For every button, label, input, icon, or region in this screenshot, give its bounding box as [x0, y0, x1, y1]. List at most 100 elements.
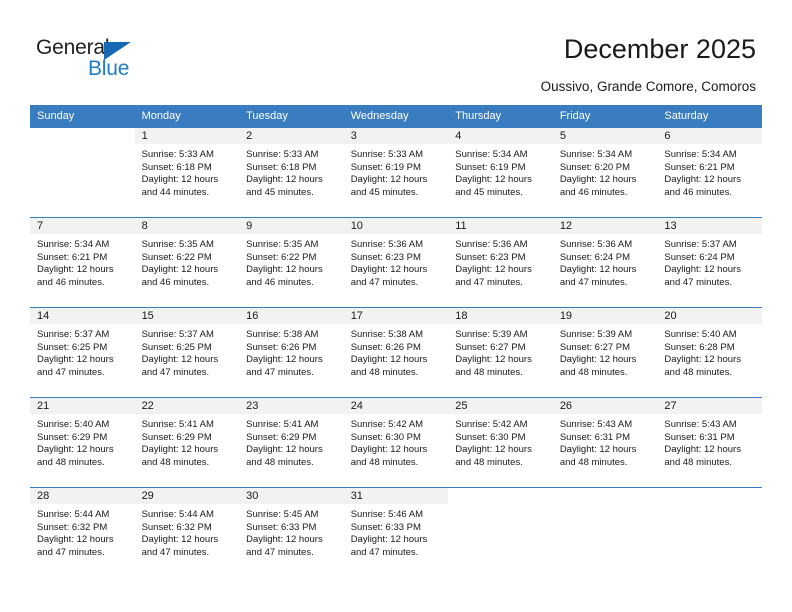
sunset-text: Sunset: 6:23 PM [455, 251, 526, 263]
calendar-day-cell[interactable]: 16 Sunrise: 5:38 AM Sunset: 6:26 PM Dayligh… [239, 307, 344, 398]
calendar-day-cell[interactable]: 26 Sunrise: 5:43 AM Sunset: 6:31 PM Dayligh… [552, 397, 658, 488]
day-details: Sunrise: 5:36 AM Sunset: 6:23 PM Daylight:… [448, 234, 553, 290]
calendar-day-cell [552, 487, 658, 577]
calendar-header-row: Sunday Monday Tuesday Wednesday Thursday Frid… [30, 105, 762, 128]
daylight-text-line1: Daylight: 12 hours [37, 534, 114, 546]
calendar-day-cell[interactable]: 19 Sunrise: 5:39 AM Sunset: 6:27 PM Dayligh… [552, 307, 658, 398]
day-number [30, 128, 135, 144]
calendar-grid: Sunday Monday Tuesday Wednesday Thursday Frid… [30, 105, 762, 577]
calendar-day-cell[interactable]: 8 Sunrise: 5:35 AM Sunset: 6:22 PM Daylight… [134, 217, 240, 308]
sunrise-text: Sunrise: 5:42 AM [350, 419, 424, 430]
daylight-text-line1: Daylight: 12 hours [559, 444, 637, 456]
daylight-text-line2: and 48 minutes. [559, 457, 628, 469]
day-number: 25 [448, 398, 553, 414]
calendar-day-cell[interactable]: 28 Sunrise: 5:44 AM Sunset: 6:32 PM Dayligh… [30, 487, 135, 577]
weekday-header-thursday: Thursday [448, 105, 553, 128]
calendar-day-cell[interactable]: 3 Sunrise: 5:33 AM Sunset: 6:19 PM Daylight… [343, 127, 449, 218]
calendar-day-cell[interactable]: 20 Sunrise: 5:40 AM Sunset: 6:28 PM Dayligh… [657, 307, 762, 398]
calendar-day-cell[interactable]: 25 Sunrise: 5:42 AM Sunset: 6:30 PM Dayligh… [448, 397, 553, 488]
sunrise-text: Sunrise: 5:41 AM [246, 419, 319, 430]
sunrise-text: Sunrise: 5:34 AM [37, 239, 110, 250]
calendar-day-cell[interactable]: 31 Sunrise: 5:46 AM Sunset: 6:33 PM Dayligh… [343, 487, 449, 577]
calendar-day-cell [30, 127, 135, 218]
day-cell-content: 7 Sunrise: 5:34 AM Sunset: 6:21 PM Daylight… [30, 218, 135, 307]
sunrise-text: Sunrise: 5:36 AM [350, 239, 424, 250]
daylight-text-line1: Daylight: 12 hours [246, 264, 323, 276]
sunrise-text: Sunrise: 5:43 AM [559, 419, 633, 430]
daylight-text-line2: and 48 minutes. [664, 457, 732, 469]
calendar-day-cell[interactable]: 5 Sunrise: 5:34 AM Sunset: 6:20 PM Daylight… [552, 127, 658, 218]
daylight-text-line2: and 48 minutes. [37, 457, 105, 469]
calendar-day-cell[interactable]: 27 Sunrise: 5:43 AM Sunset: 6:31 PM Dayligh… [657, 397, 762, 488]
weekday-header-monday: Monday [134, 105, 240, 128]
calendar-day-cell[interactable]: 18 Sunrise: 5:39 AM Sunset: 6:27 PM Dayligh… [448, 307, 553, 398]
calendar-day-cell[interactable]: 23 Sunrise: 5:41 AM Sunset: 6:29 PM Dayligh… [239, 397, 344, 488]
day-details: Sunrise: 5:40 AM Sunset: 6:29 PM Daylight:… [30, 414, 135, 470]
calendar-day-cell[interactable]: 7 Sunrise: 5:34 AM Sunset: 6:21 PM Daylight… [30, 217, 135, 308]
day-number: 29 [134, 488, 240, 504]
sunset-text: Sunset: 6:29 PM [141, 431, 212, 443]
daylight-text-line2: and 48 minutes. [455, 457, 523, 469]
day-number: 3 [343, 128, 449, 144]
day-number: 21 [30, 398, 135, 414]
calendar-day-cell[interactable]: 10 Sunrise: 5:36 AM Sunset: 6:23 PM Dayligh… [343, 217, 449, 308]
general-blue-logo[interactable]: General Blue [36, 36, 236, 84]
daylight-text-line1: Daylight: 12 hours [246, 444, 323, 456]
daylight-text-line1: Daylight: 12 hours [664, 264, 741, 276]
day-details: Sunrise: 5:34 AM Sunset: 6:21 PM Daylight:… [30, 234, 135, 290]
day-cell-content: 9 Sunrise: 5:35 AM Sunset: 6:22 PM Daylight… [239, 218, 344, 307]
calendar-day-cell[interactable]: 12 Sunrise: 5:36 AM Sunset: 6:24 PM Dayligh… [552, 217, 658, 308]
calendar-day-cell[interactable]: 14 Sunrise: 5:37 AM Sunset: 6:25 PM Dayligh… [30, 307, 135, 398]
calendar-day-cell[interactable]: 15 Sunrise: 5:37 AM Sunset: 6:25 PM Dayligh… [134, 307, 240, 398]
calendar-day-cell[interactable]: 4 Sunrise: 5:34 AM Sunset: 6:19 PM Daylight… [448, 127, 553, 218]
daylight-text-line1: Daylight: 12 hours [559, 264, 637, 276]
daylight-text-line2: and 44 minutes. [141, 187, 210, 199]
calendar-day-cell[interactable]: 17 Sunrise: 5:38 AM Sunset: 6:26 PM Dayligh… [343, 307, 449, 398]
sunrise-text: Sunrise: 5:38 AM [350, 329, 424, 340]
daylight-text-line1: Daylight: 12 hours [559, 354, 637, 366]
day-details: Sunrise: 5:41 AM Sunset: 6:29 PM Daylight:… [135, 414, 240, 470]
daylight-text-line1: Daylight: 12 hours [37, 354, 114, 366]
day-cell-content: 13 Sunrise: 5:37 AM Sunset: 6:24 PM Dayligh… [657, 218, 762, 307]
daylight-text-line1: Daylight: 12 hours [37, 444, 114, 456]
calendar-day-cell[interactable]: 13 Sunrise: 5:37 AM Sunset: 6:24 PM Dayligh… [657, 217, 762, 308]
logo-text-blue: Blue [88, 57, 130, 80]
calendar-week-row: 14 Sunrise: 5:37 AM Sunset: 6:25 PM Dayligh… [30, 307, 762, 398]
sunrise-text: Sunrise: 5:37 AM [664, 239, 737, 250]
calendar-day-cell[interactable]: 1 Sunrise: 5:33 AM Sunset: 6:18 PM Daylight… [134, 127, 240, 218]
calendar-day-cell[interactable]: 2 Sunrise: 5:33 AM Sunset: 6:18 PM Daylight… [239, 127, 344, 218]
daylight-text-line1: Daylight: 12 hours [141, 264, 219, 276]
day-number: 28 [30, 488, 135, 504]
day-number [448, 488, 553, 504]
day-cell-content: 21 Sunrise: 5:40 AM Sunset: 6:29 PM Dayligh… [30, 398, 135, 487]
daylight-text-line1: Daylight: 12 hours [455, 444, 532, 456]
calendar-day-cell[interactable]: 22 Sunrise: 5:41 AM Sunset: 6:29 PM Dayligh… [134, 397, 240, 488]
calendar-day-cell[interactable]: 21 Sunrise: 5:40 AM Sunset: 6:29 PM Dayligh… [30, 397, 135, 488]
sunset-text: Sunset: 6:27 PM [455, 341, 526, 353]
calendar-day-cell[interactable]: 11 Sunrise: 5:36 AM Sunset: 6:23 PM Dayligh… [448, 217, 553, 308]
day-details: Sunrise: 5:34 AM Sunset: 6:19 PM Daylight:… [448, 144, 553, 200]
sunset-text: Sunset: 6:20 PM [559, 161, 631, 173]
day-details: Sunrise: 5:36 AM Sunset: 6:23 PM Daylight:… [344, 234, 449, 290]
calendar-day-cell[interactable]: 30 Sunrise: 5:45 AM Sunset: 6:33 PM Dayligh… [239, 487, 344, 577]
calendar-day-cell[interactable]: 24 Sunrise: 5:42 AM Sunset: 6:30 PM Dayligh… [343, 397, 449, 488]
calendar-day-cell[interactable]: 6 Sunrise: 5:34 AM Sunset: 6:21 PM Daylight… [657, 127, 762, 218]
day-number: 6 [657, 128, 762, 144]
calendar-page: General Blue December 2025 Oussivo, Gran… [0, 0, 792, 612]
day-number: 20 [657, 308, 762, 324]
sunset-text: Sunset: 6:24 PM [664, 251, 735, 263]
day-details: Sunrise: 5:45 AM Sunset: 6:33 PM Daylight:… [239, 504, 344, 560]
day-details: Sunrise: 5:38 AM Sunset: 6:26 PM Daylight:… [344, 324, 449, 380]
day-number: 23 [239, 398, 344, 414]
daylight-text-line1: Daylight: 12 hours [350, 174, 428, 186]
calendar-day-cell[interactable]: 29 Sunrise: 5:44 AM Sunset: 6:32 PM Dayligh… [134, 487, 240, 577]
day-details: Sunrise: 5:34 AM Sunset: 6:20 PM Daylight:… [553, 144, 658, 200]
sunset-text: Sunset: 6:31 PM [664, 431, 735, 443]
sunset-text: Sunset: 6:30 PM [350, 431, 421, 443]
sunset-text: Sunset: 6:26 PM [246, 341, 317, 353]
daylight-text-line1: Daylight: 12 hours [350, 264, 428, 276]
sunrise-text: Sunrise: 5:34 AM [559, 149, 633, 160]
calendar-day-cell[interactable]: 9 Sunrise: 5:35 AM Sunset: 6:22 PM Daylight… [239, 217, 344, 308]
sunrise-text: Sunrise: 5:43 AM [664, 419, 737, 430]
sunset-text: Sunset: 6:26 PM [350, 341, 421, 353]
